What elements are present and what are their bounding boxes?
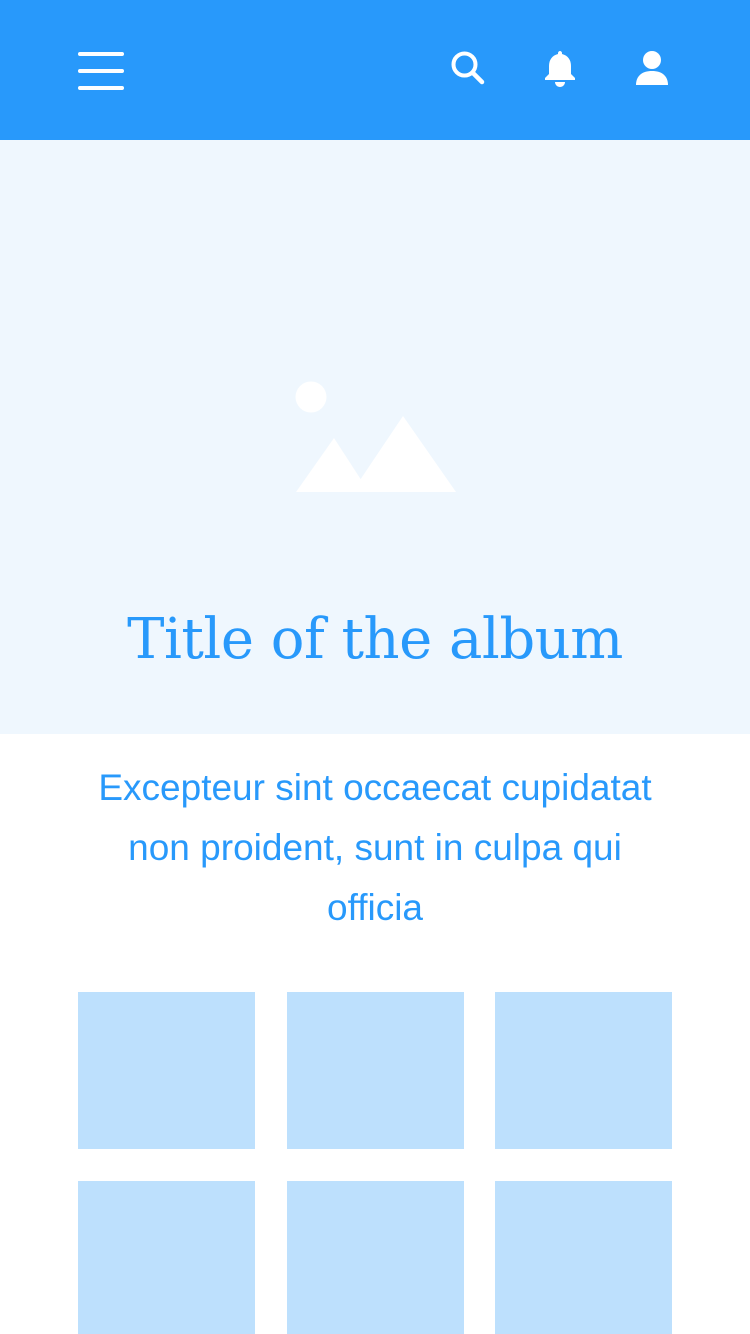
photo-thumbnail[interactable]	[78, 992, 255, 1149]
profile-button[interactable]	[622, 38, 682, 98]
photo-thumbnail[interactable]	[495, 992, 672, 1149]
album-description: Excepteur sint occaecat cupidatat non pr…	[98, 767, 652, 928]
bell-icon	[545, 51, 575, 87]
photo-thumbnail[interactable]	[286, 1181, 464, 1334]
album-title: Title of the album	[127, 607, 623, 672]
search-button[interactable]	[438, 38, 498, 98]
photo-thumbnail[interactable]	[495, 1181, 672, 1334]
notifications-button[interactable]	[530, 38, 590, 98]
search-icon	[451, 51, 485, 85]
photo-thumbnail[interactable]	[286, 992, 464, 1149]
photo-grid	[78, 992, 672, 1334]
user-icon	[636, 51, 668, 85]
app-bar	[0, 0, 750, 140]
image-placeholder-icon	[295, 381, 456, 492]
photo-thumbnail[interactable]	[78, 1181, 255, 1334]
album-hero: Title of the album	[0, 140, 750, 734]
menu-icon	[78, 52, 124, 90]
menu-button[interactable]	[71, 41, 131, 101]
